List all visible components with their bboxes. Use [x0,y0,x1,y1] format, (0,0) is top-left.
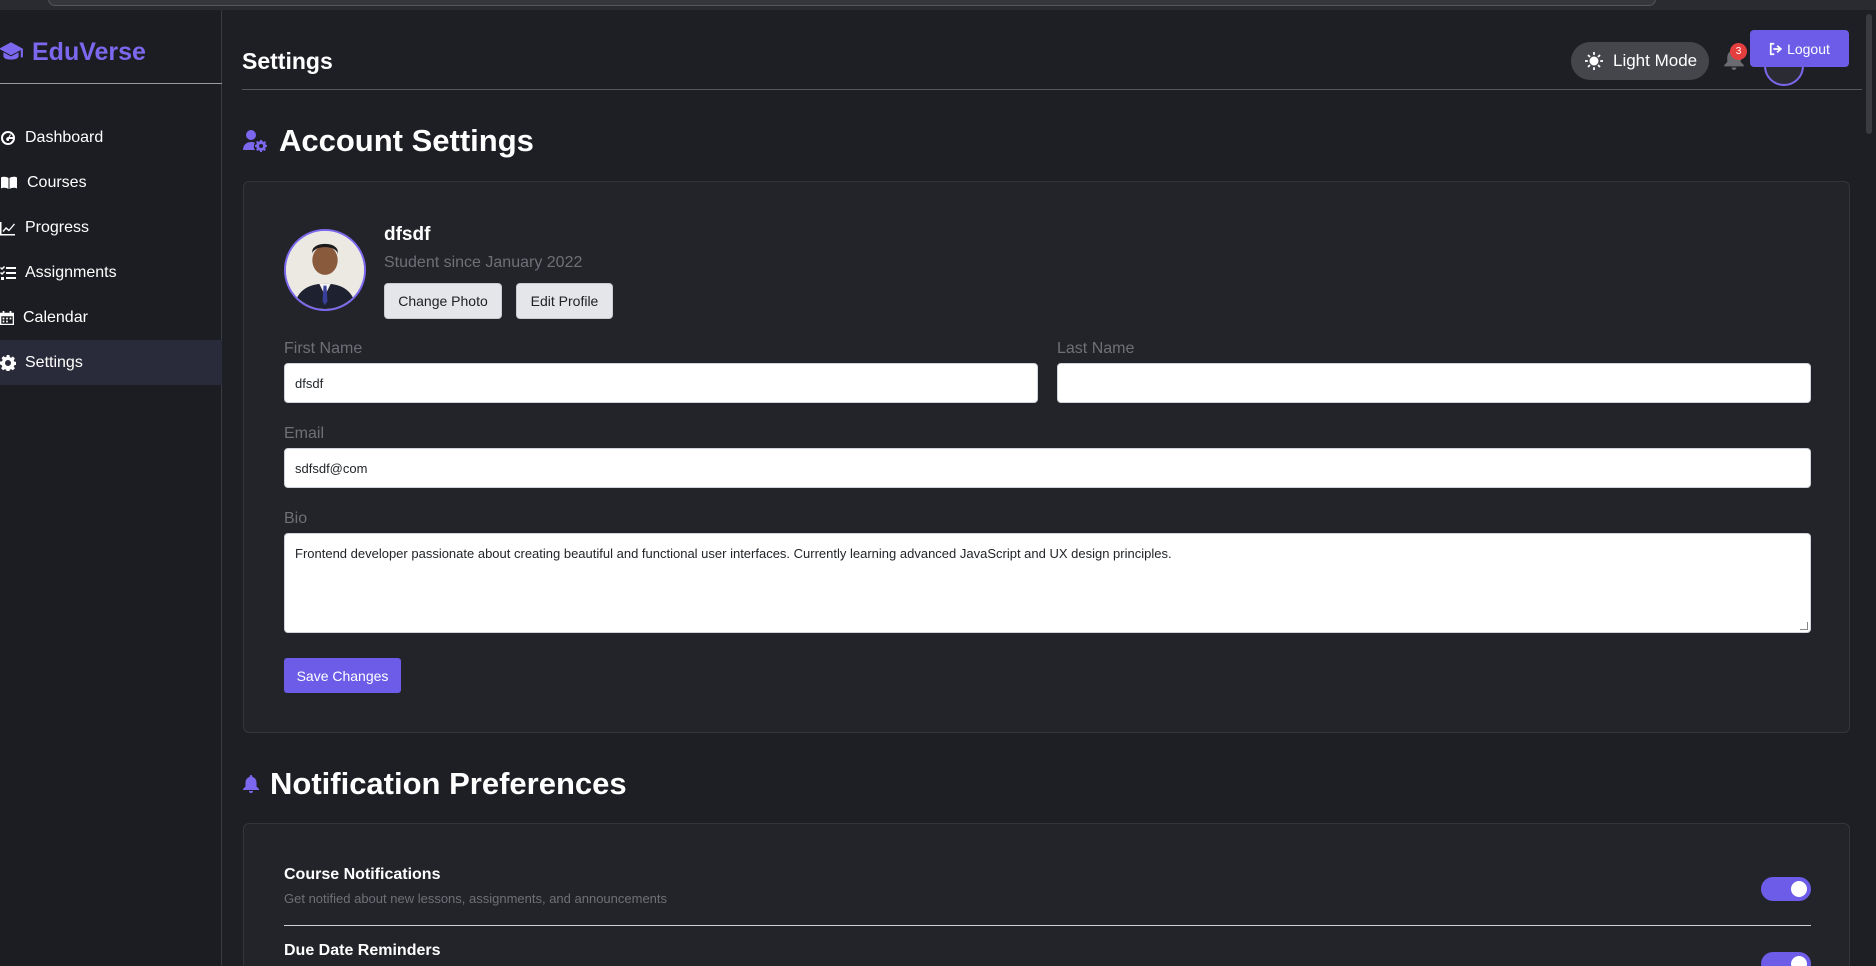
change-photo-button[interactable]: Change Photo [384,283,502,319]
sidebar-item-label: Assignments [25,263,117,281]
top-header: Settings Light Mode 3 Logout [222,10,1876,90]
first-name-label: First Name [284,340,363,357]
last-name-field[interactable] [1057,363,1811,403]
account-card: dfsdf Student since January 2022 Change … [243,181,1850,733]
resize-handle[interactable] [1800,622,1808,630]
bio-label: Bio [284,510,308,527]
course-notifications-toggle[interactable] [1761,877,1811,901]
mode-label: Light Mode [1613,51,1698,70]
page-scrollbar[interactable] [1862,10,1876,966]
dashboard-icon [1,130,15,145]
notification-badge: 3 [1730,43,1747,60]
email-field[interactable]: sdfsdf@com [284,448,1811,488]
bell-icon [243,775,259,793]
light-mode-toggle[interactable]: Light Mode [1571,42,1709,80]
brand[interactable]: EduVerse [0,32,222,72]
sidebar-item-dashboard[interactable]: Dashboard [0,115,222,160]
notification-title: Course Notifications [284,866,441,883]
sign-out-icon [1769,42,1783,55]
browser-address-strip [0,0,1876,10]
sidebar-item-calendar[interactable]: Calendar [0,295,222,340]
profile-photo [286,231,364,309]
tasks-icon [0,265,16,280]
sidebar-item-settings[interactable]: Settings [0,340,222,385]
bio-textarea[interactable]: Frontend developer passionate about crea… [284,533,1811,633]
sun-icon [1585,52,1603,70]
sidebar-item-assignments[interactable]: Assignments [0,250,222,295]
profile-name: dfsdf [384,224,431,245]
sidebar-item-courses[interactable]: Courses [0,160,222,205]
first-name-field[interactable]: dfsdf [284,363,1038,403]
section-title: Account Settings [279,123,534,158]
notification-divider [284,925,1811,926]
sidebar-item-progress[interactable]: Progress [0,205,222,250]
logout-label: Logout [1787,40,1830,57]
scrollbar-thumb[interactable] [1866,14,1872,134]
sidebar: EduVerse Dashboard Courses Progress Assi… [0,10,222,966]
sidebar-item-label: Courses [27,173,87,191]
user-cog-icon [243,130,267,152]
edit-profile-button[interactable]: Edit Profile [516,283,613,319]
notification-row-course: Course Notifications Get notified about … [284,866,1811,906]
email-label: Email [284,425,325,442]
sidebar-item-label: Dashboard [25,128,104,146]
sidebar-item-label: Progress [25,218,90,236]
gear-icon [0,354,16,371]
sidebar-item-label: Settings [25,353,83,371]
due-date-reminders-toggle[interactable] [1761,952,1811,966]
section-title: Notification Preferences [270,766,627,801]
brand-divider [0,83,222,84]
notification-description: Get notified about new lessons, assignme… [284,891,668,906]
graduation-cap-icon [0,42,23,60]
last-name-label: Last Name [1057,340,1135,357]
notification-row-due-date: Due Date Reminders [284,942,1811,966]
page-title: Settings [242,48,333,74]
book-icon [1,176,17,189]
save-changes-button[interactable]: Save Changes [284,658,401,693]
header-divider [242,89,1872,90]
notification-title: Due Date Reminders [284,942,441,959]
sidebar-nav: Dashboard Courses Progress Assignments C… [0,115,222,385]
notification-preferences-heading: Notification Preferences [243,764,627,804]
account-settings-heading: Account Settings [243,121,534,161]
chart-line-icon [0,221,15,235]
calendar-icon [0,310,14,325]
address-bar[interactable] [48,0,1656,6]
sidebar-item-label: Calendar [23,308,88,326]
member-since: Student since January 2022 [384,254,583,271]
logout-button[interactable]: Logout [1750,30,1849,67]
brand-name: EduVerse [32,37,146,66]
bio-text: Frontend developer passionate about crea… [295,546,1172,561]
profile-avatar[interactable] [284,229,366,311]
notifications-card: Course Notifications Get notified about … [243,823,1850,966]
